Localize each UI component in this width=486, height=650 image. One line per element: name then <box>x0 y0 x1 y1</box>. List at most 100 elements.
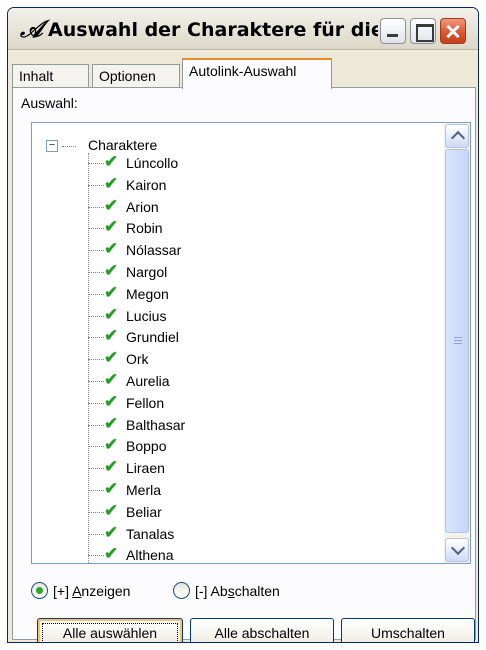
scroll-thumb[interactable] <box>445 149 469 533</box>
thumb-grip <box>454 337 462 338</box>
tree-connector <box>88 250 104 252</box>
minimize-button[interactable] <box>380 18 406 44</box>
checkmark-icon[interactable]: ✔ <box>104 479 122 499</box>
tree-item[interactable]: ✔ Fellon <box>88 392 428 412</box>
tree-item[interactable]: ✔ Balthasar <box>88 414 428 434</box>
tree-item[interactable]: ✔ Merla <box>88 479 428 499</box>
tree-item-label: Megon <box>126 285 169 302</box>
tree-item-label: Nólassar <box>126 242 182 259</box>
scroll-up-button[interactable] <box>445 124 469 148</box>
collapse-icon[interactable]: − <box>46 140 58 152</box>
checkmark-icon[interactable]: ✔ <box>104 174 122 194</box>
tree-item[interactable]: ✔ Nargol <box>88 261 428 281</box>
tree-item[interactable]: ✔ Grundiel <box>88 326 428 346</box>
tree-connector <box>88 315 104 317</box>
vertical-scrollbar[interactable] <box>444 123 470 563</box>
tree-item[interactable]: ✔ Ork <box>88 348 428 368</box>
tree-item-label: Fellon <box>126 394 165 411</box>
tree-content: − Charaktere ✔ Lúncollo ✔ Kairon ✔ Arion ✔ Robi… <box>32 123 444 563</box>
tree-connector <box>88 228 104 230</box>
tree-item[interactable]: ✔ Tanalas <box>88 523 428 543</box>
checkmark-icon[interactable]: ✔ <box>104 196 122 216</box>
tree-item-label: Tanalas <box>126 525 175 542</box>
checkmark-icon[interactable]: ✔ <box>104 348 122 368</box>
tree-item-label: Liraen <box>126 460 165 477</box>
tree-item[interactable]: ✔ Lucius <box>88 305 428 325</box>
tree-connector <box>88 163 104 164</box>
tree-item[interactable]: ✔ Beliar <box>88 501 428 521</box>
toggle-button[interactable]: Umschalten <box>341 618 475 642</box>
tree-root-label[interactable]: Charaktere <box>88 136 157 154</box>
checkmark-icon[interactable]: ✔ <box>104 501 122 521</box>
thumb-grip <box>454 340 462 341</box>
tree-connector <box>88 293 104 295</box>
tree-item-label: Grundiel <box>126 329 179 346</box>
tree-connector <box>88 272 104 273</box>
tree-item-label: Althena <box>126 547 174 564</box>
tree-connector <box>88 359 104 361</box>
title-bar[interactable]: 𝒜 Auswahl der Charaktere für die... <box>8 8 478 50</box>
tree-item[interactable]: ✔ Arion <box>88 196 428 216</box>
checkmark-icon[interactable]: ✔ <box>104 217 122 237</box>
character-tree-view[interactable]: − Charaktere ✔ Lúncollo ✔ Kairon ✔ Arion ✔ Robi… <box>31 122 471 564</box>
tree-item-label: Lúncollo <box>126 155 179 171</box>
tree-connector <box>88 490 104 491</box>
window-title: Auswahl der Charaktere für die... <box>48 19 378 41</box>
tree-item[interactable]: ✔ Kairon <box>88 174 428 194</box>
checkmark-icon[interactable]: ✔ <box>104 261 122 281</box>
checkmark-icon[interactable]: ✔ <box>104 544 122 563</box>
tree-item-label: Lucius <box>126 307 167 324</box>
tree-connector <box>88 511 104 513</box>
tree-item-label: Beliar <box>126 503 162 520</box>
maximize-button[interactable] <box>410 18 436 44</box>
show-radio[interactable] <box>31 582 48 599</box>
display-mode-radio-group: [+] Anzeigen [-] Abschalten <box>31 580 471 602</box>
show-radio-label[interactable]: [+] Anzeigen <box>53 582 130 600</box>
checkmark-icon[interactable]: ✔ <box>104 523 122 543</box>
tree-item-label: Kairon <box>126 176 167 193</box>
scroll-down-button[interactable] <box>445 538 469 562</box>
tab-inhalt[interactable]: Inhalt <box>12 64 89 88</box>
tree-item[interactable]: ✔ Boppo <box>88 435 428 455</box>
checkmark-icon[interactable]: ✔ <box>104 326 122 346</box>
tree-item[interactable]: ✔ Lúncollo <box>88 152 428 172</box>
tree-item[interactable]: ✔ Althena <box>88 544 428 564</box>
tree-item-label: Boppo <box>126 438 167 455</box>
tree-item[interactable]: ✔ Megon <box>88 283 428 303</box>
close-button[interactable] <box>440 18 466 44</box>
tree-connector <box>88 337 104 339</box>
tree-item[interactable]: ✔ Nólassar <box>88 239 428 259</box>
tree-connector <box>88 468 104 470</box>
tab-bar: Inhalt Optionen Autolink-Auswahl <box>12 54 476 89</box>
tab-panel: Auswahl: − Charaktere ✔ Lúncollo ✔ Kairon ✔ A… <box>12 87 476 642</box>
checkmark-icon[interactable]: ✔ <box>104 392 122 412</box>
checkmark-icon[interactable]: ✔ <box>104 305 122 325</box>
tree-item-label: Nargol <box>126 264 168 280</box>
tree-item-label: Robin <box>126 220 163 237</box>
checkmark-icon[interactable]: ✔ <box>104 152 122 172</box>
tree-item[interactable]: ✔ Aurelia <box>88 370 428 390</box>
tree-connector <box>88 424 104 426</box>
thumb-grip <box>454 343 462 344</box>
checkmark-icon[interactable]: ✔ <box>104 239 122 259</box>
tree-connector <box>62 146 76 147</box>
checkmark-icon[interactable]: ✔ <box>104 414 122 434</box>
tab-optionen[interactable]: Optionen <box>92 64 180 88</box>
hide-radio[interactable] <box>173 582 190 599</box>
select-all-button[interactable]: Alle auswählen <box>37 618 183 642</box>
tree-connector <box>88 533 104 535</box>
tree-item[interactable]: ✔ Robin <box>88 217 428 237</box>
checkmark-icon[interactable]: ✔ <box>104 370 122 390</box>
checkmark-icon[interactable]: ✔ <box>104 435 122 455</box>
focus-rectangle <box>42 623 178 642</box>
tree-item-label: Arion <box>126 198 159 215</box>
tree-connector <box>88 184 104 186</box>
tree-item[interactable]: ✔ Liraen <box>88 457 428 477</box>
tree-connector <box>88 381 104 382</box>
tab-autolink-auswahl[interactable]: Autolink-Auswahl <box>182 58 332 89</box>
checkmark-icon[interactable]: ✔ <box>104 283 122 303</box>
checkmark-icon[interactable]: ✔ <box>104 457 122 477</box>
hide-radio-label[interactable]: [-] Abschalten <box>195 582 280 600</box>
deselect-all-button[interactable]: Alle abschalten <box>190 618 334 642</box>
tree-item-label: Ork <box>126 351 149 368</box>
